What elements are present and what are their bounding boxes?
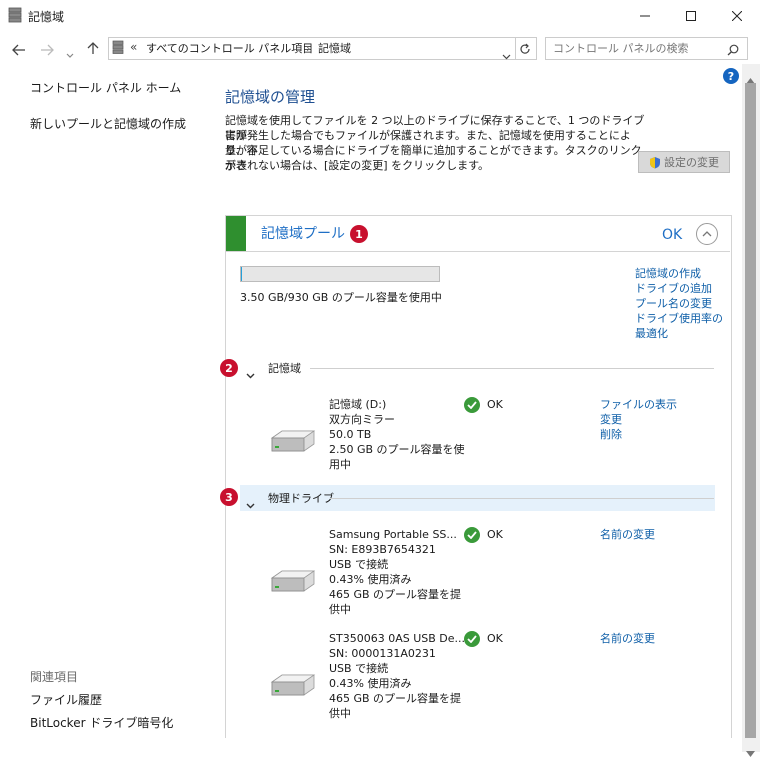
recent-chevron-down-icon[interactable] [66,44,74,63]
pool-status-bar [226,216,246,251]
control-panel-home-link[interactable]: コントロール パネル ホーム [30,81,181,96]
refresh-button[interactable] [514,37,537,60]
ok-check-icon [464,397,480,413]
drive-1-connection: USB で接続 [329,558,389,571]
uac-shield-icon [650,156,660,168]
close-button[interactable] [714,0,760,32]
window-title: 記憶域 [28,10,65,24]
space-capacity: 50.0 TB [329,428,372,441]
pool-header-divider [226,251,730,252]
annotation-badge-2: 2 [220,359,238,377]
storage-space-drive-icon [270,430,316,452]
address-overflow[interactable]: « [130,40,137,55]
forward-arrow-icon[interactable] [40,41,54,60]
file-history-link[interactable]: ファイル履歴 [30,693,102,708]
minimize-button[interactable] [622,0,668,32]
page-title: 記憶域の管理 [225,88,316,106]
change-settings-button[interactable]: 設定の変更 [638,151,730,173]
drive-1-name: Samsung Portable SS... [329,528,457,541]
drives-expand-chevron-icon[interactable] [246,494,255,513]
drive-2-name: ST350063 0AS USB De... [329,632,465,645]
collapse-pool-button[interactable] [696,223,718,245]
back-arrow-icon[interactable] [12,41,26,60]
task-rename-pool[interactable]: プール名の変更 [635,296,712,311]
drive-1-used: 0.43% 使用済み [329,573,412,586]
space-name: 記憶域 (D:) [329,398,387,411]
view-files-link[interactable]: ファイルの表示 [600,397,677,412]
storage-app-icon [8,7,22,23]
ok-check-icon [464,631,480,647]
description-line-4: 示されない場合は、[設定の変更] をクリックします。 [225,159,489,172]
help-icon[interactable]: ? [723,68,739,84]
maximize-button[interactable] [668,0,714,32]
address-crumb-all-items[interactable]: すべてのコントロール パネル項目 [146,41,313,56]
related-header: 関連項目 [30,670,79,684]
drive-2-serial: SN: 0000131A0231 [329,647,436,660]
drive-1-rename-link[interactable]: 名前の変更 [600,527,655,542]
space-resiliency: 双方向ミラー [329,413,395,426]
ok-check-icon [464,527,480,543]
search-icon[interactable] [727,41,739,60]
create-pool-link[interactable]: 新しいプールと記憶域の作成 [30,117,186,132]
drives-section-divider [330,498,714,499]
spaces-section-divider [310,368,714,369]
change-settings-label: 設定の変更 [664,155,719,169]
drives-section-title[interactable]: 物理ドライブ [268,491,334,506]
pool-status: OK [662,227,683,243]
refresh-icon [520,43,530,54]
storage-location-icon [112,40,124,55]
drive-1-serial: SN: E893B7654321 [329,543,436,556]
address-separator[interactable]: › [306,41,310,56]
space-usage-line-2: 用中 [329,458,351,471]
annotation-badge-3: 3 [220,488,238,506]
drive-2-connection: USB で接続 [329,662,389,675]
physical-drive-icon [270,674,316,696]
pool-usage-bar [240,266,440,282]
pool-title[interactable]: 記憶域プール [261,224,345,244]
task-add-drive[interactable]: ドライブの追加 [635,281,712,296]
task-create-space[interactable]: 記憶域の作成 [635,266,701,281]
space-usage-line-1: 2.50 GB のプール容量を使 [329,443,465,456]
drive-1-capacity-line-2: 供中 [329,603,351,616]
left-navigation-pane [0,64,212,752]
drive-1-capacity-line-1: 465 GB のプール容量を提 [329,588,462,601]
drive-2-status: OK [487,632,503,645]
drive-2-capacity-line-2: 供中 [329,707,351,720]
drive-2-capacity-line-1: 465 GB のプール容量を提 [329,692,462,705]
address-crumb-current[interactable]: 記憶域 [318,41,351,56]
drive-2-rename-link[interactable]: 名前の変更 [600,631,655,646]
drive-2-used: 0.43% 使用済み [329,677,412,690]
delete-space-link[interactable]: 削除 [600,427,622,442]
up-arrow-icon[interactable] [87,40,99,59]
pool-usage-fill [241,267,242,281]
address-dropdown-chevron-icon[interactable] [502,45,511,64]
space-status: OK [487,398,503,411]
pool-usage-text: 3.50 GB/930 GB のプール容量を使用中 [240,291,442,304]
chevron-up-icon [702,231,712,237]
drive-1-status: OK [487,528,503,541]
annotation-badge-1: 1 [350,225,368,243]
search-placeholder[interactable]: コントロール パネルの検索 [553,41,689,56]
spaces-expand-chevron-icon[interactable] [246,364,255,383]
bitlocker-link[interactable]: BitLocker ドライブ暗号化 [30,716,173,731]
scrollbar-thumb[interactable] [745,83,756,738]
change-space-link[interactable]: 変更 [600,412,622,427]
task-optimize-line-2[interactable]: 最適化 [635,326,668,341]
physical-drive-icon [270,570,316,592]
task-optimize-line-1[interactable]: ドライブ使用率の [635,311,723,326]
spaces-section-title[interactable]: 記憶域 [268,361,301,376]
